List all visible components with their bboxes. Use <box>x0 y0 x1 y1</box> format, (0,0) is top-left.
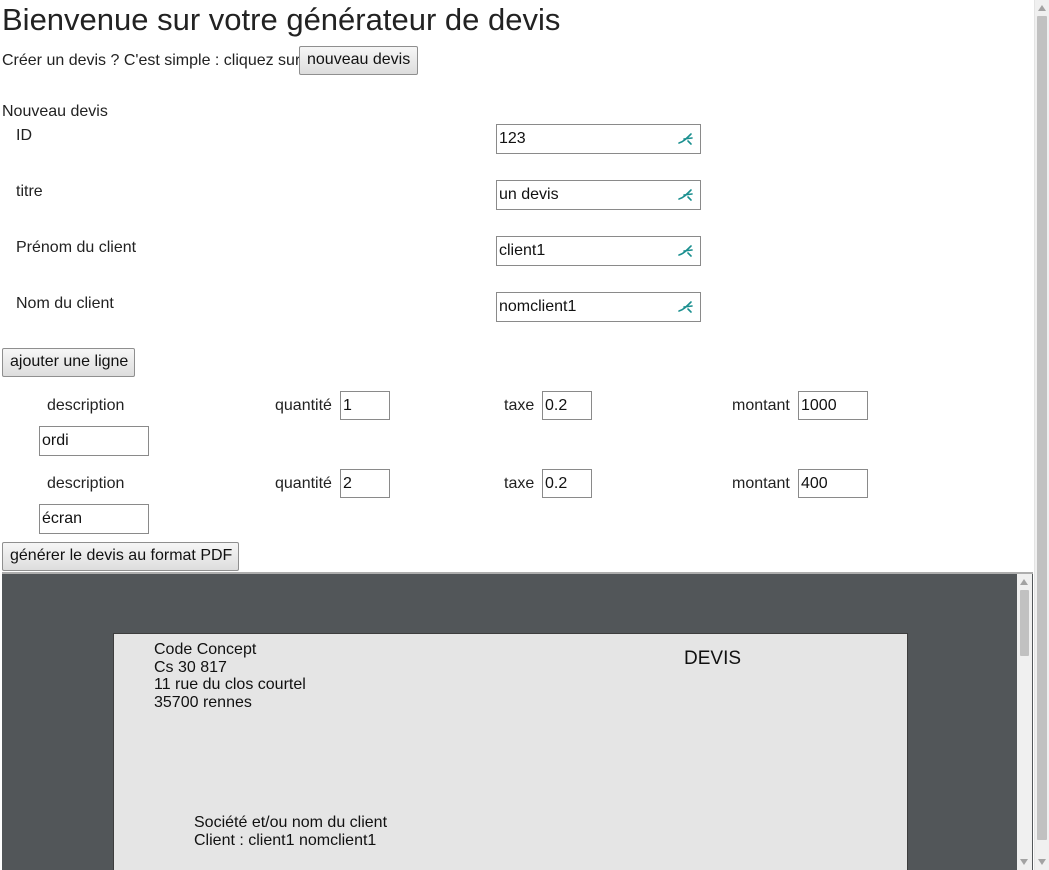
company-address-3: 35700 rennes <box>154 693 252 711</box>
nom-field[interactable]: nomclient1 <box>496 292 701 322</box>
line-label-tax: taxe <box>504 397 535 414</box>
id-field-value: 123 <box>499 130 526 147</box>
scroll-down-arrow-icon[interactable] <box>1038 859 1046 865</box>
scroll-up-arrow-icon[interactable] <box>1020 579 1028 585</box>
document-title: DEVIS <box>684 648 742 669</box>
line-label-tax: taxe <box>504 475 535 492</box>
scroll-up-arrow-icon[interactable] <box>1038 5 1046 11</box>
field-label-id: ID <box>16 127 32 144</box>
generate-pdf-button[interactable]: générer le devis au format PDF <box>2 542 239 571</box>
keyboard-handwriting-icon[interactable] <box>678 132 694 146</box>
page-title: Bienvenue sur votre générateur de devis <box>2 2 561 37</box>
section-title: Nouveau devis <box>2 103 108 120</box>
company-name: Code Concept <box>154 641 257 658</box>
page-scroll-thumb[interactable] <box>1037 16 1047 840</box>
page-scrollbar[interactable] <box>1034 0 1049 870</box>
line-2-amount-input[interactable]: 400 <box>798 469 868 498</box>
line-2-quantity-input[interactable]: 2 <box>340 469 390 498</box>
field-label-prenom: Prénom du client <box>16 239 137 256</box>
client-heading: Société et/ou nom du client <box>194 814 388 831</box>
line-label-amount: montant <box>732 397 790 414</box>
titre-field-value: un devis <box>499 186 559 203</box>
line-1-tax-input[interactable]: 0.2 <box>542 391 592 420</box>
new-quote-button[interactable]: nouveau devis <box>299 46 418 75</box>
id-field[interactable]: 123 <box>496 124 701 154</box>
scroll-down-arrow-icon[interactable] <box>1020 859 1028 865</box>
line-label-quantity: quantité <box>275 475 332 492</box>
line-label-description: description <box>47 397 125 414</box>
line-label-amount: montant <box>732 475 790 492</box>
prenom-field[interactable]: client1 <box>496 236 701 266</box>
line-2-tax-input[interactable]: 0.2 <box>542 469 592 498</box>
line-1-quantity-input[interactable]: 1 <box>340 391 390 420</box>
prenom-field-value: client1 <box>499 242 546 259</box>
field-label-titre: titre <box>16 183 43 200</box>
line-2-description-input[interactable]: écran <box>39 504 149 534</box>
line-1-description-input[interactable]: ordi <box>39 426 149 456</box>
company-address-1: Cs 30 817 <box>154 658 227 676</box>
keyboard-handwriting-icon[interactable] <box>678 244 694 258</box>
line-1-amount-input[interactable]: 1000 <box>798 391 868 420</box>
pdf-viewer-scroll-thumb[interactable] <box>1020 590 1029 656</box>
titre-field[interactable]: un devis <box>496 180 701 210</box>
intro-text: Créer un devis ? C'est simple : cliquez … <box>2 52 301 69</box>
pdf-page: Code Concept Cs 30 817 11 rue du clos co… <box>113 633 908 870</box>
company-address-2: 11 rue du clos courtel <box>154 676 306 693</box>
keyboard-handwriting-icon[interactable] <box>678 188 694 202</box>
keyboard-handwriting-icon[interactable] <box>678 300 694 314</box>
client-line: Client : client1 nomclient1 <box>194 831 377 849</box>
pdf-viewer-scrollbar[interactable] <box>1017 574 1032 870</box>
pdf-viewer[interactable]: Code Concept Cs 30 817 11 rue du clos co… <box>2 572 1033 870</box>
field-label-nom: Nom du client <box>16 295 114 312</box>
nom-field-value: nomclient1 <box>499 298 577 315</box>
line-label-description: description <box>47 475 125 492</box>
add-line-button[interactable]: ajouter une ligne <box>2 348 135 377</box>
line-label-quantity: quantité <box>275 397 332 414</box>
